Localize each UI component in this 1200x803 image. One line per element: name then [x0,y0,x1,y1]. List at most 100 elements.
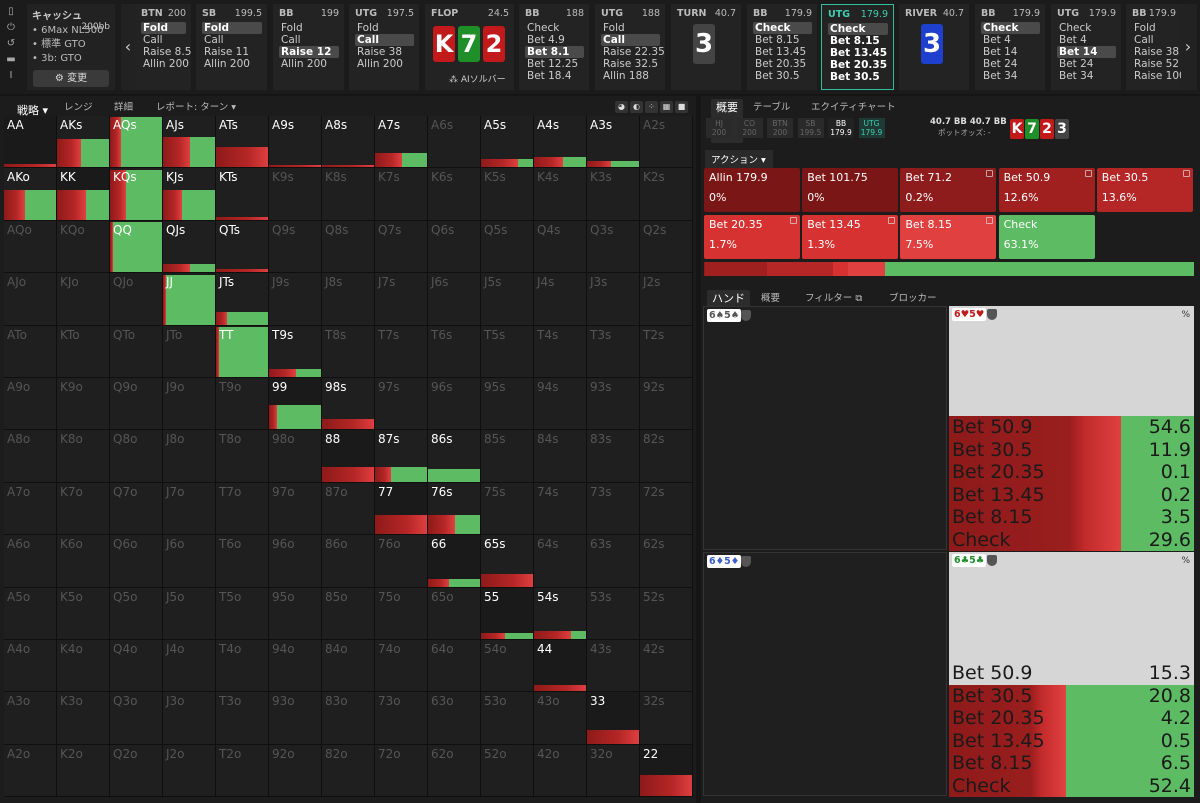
range-cell-q6s[interactable]: Q6s [428,220,481,274]
range-cell-k8s[interactable]: K8s [322,168,375,221]
range-cell-j6s[interactable]: J6s [428,273,481,326]
range-cell-65o[interactable]: 65o [428,587,481,640]
range-cell-tt[interactable]: TT [216,325,269,378]
range-cell-a9s[interactable]: A9s [269,116,322,169]
action-option[interactable]: Bet 12.25 [525,58,584,70]
range-cell-k3o[interactable]: K3o [57,692,110,745]
range-cell-a4o[interactable]: A4o [4,640,57,693]
action-option[interactable]: Bet 14 [981,46,1040,58]
action-option[interactable]: Check [1057,22,1116,34]
hand-combo-left[interactable]: 6♦5♦ [703,552,947,796]
range-cell-t6o[interactable]: T6o [216,535,269,588]
seat-utg[interactable]: UTG 179.9 [858,118,885,138]
range-cell-q2o[interactable]: Q2o [110,744,163,798]
half-view-icon[interactable]: ◐ [630,101,643,113]
range-cell-52o[interactable]: 52o [481,744,534,798]
action-option[interactable]: Allin 188 [601,70,660,82]
action-option[interactable]: Call [601,34,660,46]
action-button-bet-20-35[interactable]: Bet 20.35 1.7% [704,215,800,259]
action-option[interactable]: Bet 18.4 [525,70,584,82]
action-option[interactable]: Bet 30.5 [753,70,812,82]
action-option[interactable]: Call [202,34,262,46]
action-column-bb[interactable]: BB 179.9 Fold Call Raise 38 Raise 52 Raise 100 [1126,4,1181,90]
range-cell-ajo[interactable]: AJo [4,273,57,326]
action-option[interactable]: Raise 38 [1132,46,1179,58]
action-option[interactable]: Raise 38 [355,46,414,58]
tab-table[interactable]: テーブル [753,99,790,113]
range-cell-43o[interactable]: 43o [534,692,587,745]
hand-combo-left[interactable]: 6♠5♠ [703,306,947,550]
range-cell-95o[interactable]: 95o [269,587,322,640]
range-cell-j8o[interactable]: J8o [163,430,216,483]
range-cell-qjo[interactable]: QJo [110,273,163,326]
action-column-utg[interactable]: UTG 179.9 Check Bet 4 Bet 14 Bet 24 Bet 34 [1051,4,1121,90]
action-option[interactable]: Raise 12 [279,46,339,58]
range-cell-96o[interactable]: 96o [269,535,322,588]
action-column-utg[interactable]: UTG 179.9 Check Bet 8.15 Bet 13.45 Bet 20.35 B… [821,4,894,90]
action-button-bet-71-2[interactable]: Bet 71.2 0.2% [900,168,997,212]
range-cell-84o[interactable]: 84o [322,640,375,693]
range-cell-j9o[interactable]: J9o [163,378,216,431]
range-cell-q6o[interactable]: Q6o [110,535,163,588]
range-cell-54o[interactable]: 54o [481,640,534,693]
history-icon[interactable]: ↺ [0,36,22,52]
range-cell-a8o[interactable]: A8o [4,430,57,483]
range-cell-kto[interactable]: KTo [57,325,110,378]
range-cell-a2o[interactable]: A2o [4,744,57,798]
range-cell-q4s[interactable]: Q4s [534,220,587,274]
action-button-allin-179-9[interactable]: Allin 179.9 0% [704,168,800,212]
range-cell-q8o[interactable]: Q8o [110,430,163,483]
range-cell-jts[interactable]: JTs [216,273,269,326]
range-cell-22[interactable]: 22 [640,744,693,798]
range-cell-kqs[interactable]: KQs [110,168,163,221]
action-option[interactable]: Fold [355,22,414,34]
range-cell-t8s[interactable]: T8s [322,325,375,378]
action-option[interactable]: Bet 20.35 [753,58,812,70]
action-option[interactable]: Check [981,22,1040,34]
range-cell-92s[interactable]: 92s [640,378,693,431]
range-cell-t7o[interactable]: T7o [216,482,269,536]
range-cell-t9s[interactable]: T9s [269,325,322,378]
action-option[interactable]: Fold [601,22,660,34]
range-cell-j2s[interactable]: J2s [640,273,693,326]
range-cell-a7s[interactable]: A7s [375,116,428,169]
range-cell-44[interactable]: 44 [534,640,587,693]
range-cell-64o[interactable]: 64o [428,640,481,693]
range-cell-88[interactable]: 88 [322,430,375,483]
range-cell-85s[interactable]: 85s [481,430,534,483]
range-cell-t6s[interactable]: T6s [428,325,481,378]
range-cell-a6o[interactable]: A6o [4,535,57,588]
action-option[interactable]: Bet 14 [1057,46,1116,58]
ai-solver-link[interactable]: ⁂ AIソルバー [449,72,506,85]
hand-combo-right[interactable]: 6♥5♥% Bet 50.9 54.6 Bet 30.5 11.9 Bet 20.35 0.… [949,306,1194,551]
range-cell-t4o[interactable]: T4o [216,640,269,693]
range-cell-k6o[interactable]: K6o [57,535,110,588]
range-cell-j3o[interactable]: J3o [163,692,216,745]
range-cell-33[interactable]: 33 [587,692,640,745]
range-cell-52s[interactable]: 52s [640,587,693,640]
range-cell-a5o[interactable]: A5o [4,587,57,640]
range-cell-k4s[interactable]: K4s [534,168,587,221]
range-cell-87o[interactable]: 87o [322,482,375,536]
range-cell-62s[interactable]: 62s [640,535,693,588]
range-cell-jj[interactable]: JJ [163,273,216,326]
square-view-icon[interactable]: ■ [675,101,688,113]
range-cell-92o[interactable]: 92o [269,744,322,798]
tab-detail[interactable]: 詳細 [114,99,133,113]
small-grid-icon[interactable]: ⁘ [645,101,658,113]
action-option[interactable]: Call [279,34,339,46]
action-option[interactable]: Bet 8.15 [753,34,812,46]
range-cell-j2o[interactable]: J2o [163,744,216,798]
tab-blocker[interactable]: ブロッカー [889,290,937,304]
range-cell-62o[interactable]: 62o [428,744,481,798]
range-cell-j4s[interactable]: J4s [534,273,587,326]
range-cell-42s[interactable]: 42s [640,640,693,693]
expand-icon[interactable] [888,217,896,224]
range-cell-97s[interactable]: 97s [375,378,428,431]
range-cell-54s[interactable]: 54s [534,587,587,640]
action-column-bb[interactable]: BB 188 Check Bet 4.9 Bet 8.1 Bet 12.25 Bet 18.… [519,4,589,90]
expand-icon[interactable] [986,170,994,177]
range-cell-ats[interactable]: ATs [216,116,269,169]
range-cell-85o[interactable]: 85o [322,587,375,640]
seat-sb[interactable]: SB 199.5 [797,118,824,138]
